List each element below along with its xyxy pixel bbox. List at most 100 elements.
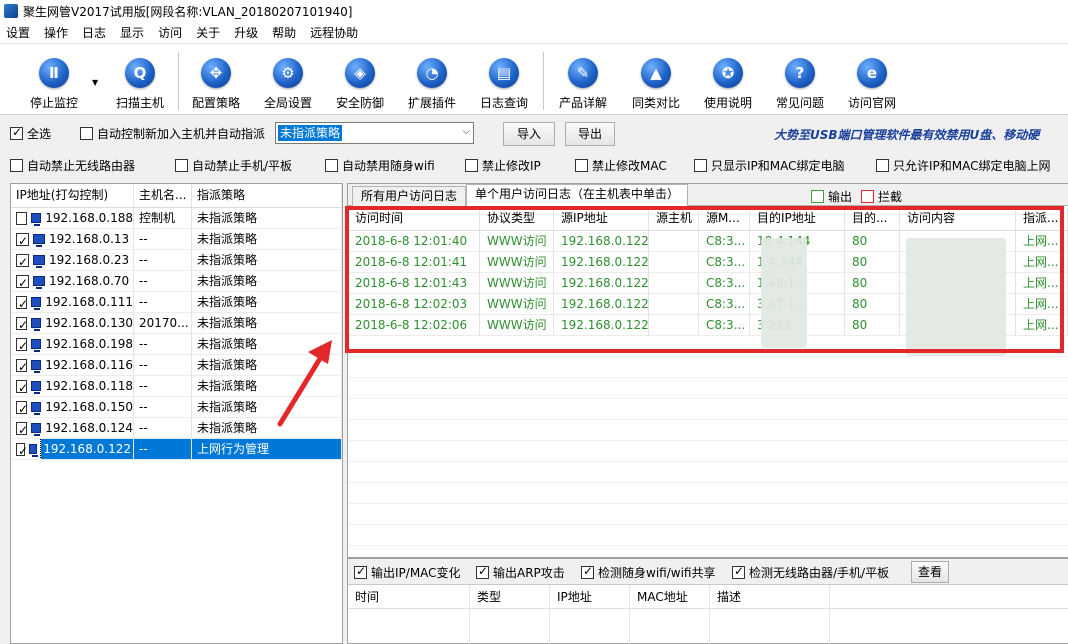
faq-button[interactable]: ? 常见问题: [768, 58, 832, 112]
checkbox-box[interactable]: [10, 125, 23, 140]
show-bound-only-checkbox[interactable]: 只显示IP和MAC绑定电脑: [694, 157, 845, 174]
export-button[interactable]: 导出: [565, 122, 615, 146]
host-control-checkbox[interactable]: [16, 211, 28, 225]
column-header-time[interactable]: 时间: [348, 585, 470, 608]
host-ip-cell[interactable]: 192.168.0.198: [11, 334, 134, 354]
auto-block-portable-wifi-checkbox[interactable]: 自动禁用随身wifi: [325, 157, 435, 174]
detect-portable-wifi-checkbox[interactable]: 检测随身wifi/wifi共享: [581, 564, 715, 581]
host-ip-cell[interactable]: 192.168.0.122: [11, 439, 134, 459]
checkbox-box[interactable]: [325, 159, 338, 172]
checkbox-box[interactable]: [354, 564, 367, 579]
host-control-checkbox[interactable]: [16, 441, 28, 459]
output-ip-mac-change-checkbox[interactable]: 输出IP/MAC变化: [354, 564, 461, 581]
menu-log[interactable]: 日志: [82, 24, 106, 41]
menu-help[interactable]: 帮助: [272, 24, 296, 41]
official-site-button[interactable]: e 访问官网: [840, 58, 904, 112]
detect-wireless-router-checkbox[interactable]: 检测无线路由器/手机/平板: [732, 564, 889, 581]
column-header-hostname[interactable]: 主机名...: [134, 184, 192, 207]
menu-settings[interactable]: 设置: [6, 24, 30, 41]
host-row[interactable]: 192.168.0.13 --未指派策略: [11, 229, 342, 250]
view-button[interactable]: 查看: [911, 561, 949, 583]
computer-icon: [31, 339, 42, 352]
host-control-checkbox[interactable]: [16, 357, 28, 375]
policy-select[interactable]: 未指派策略 ⌵: [275, 122, 474, 144]
column-header-policy[interactable]: 指派策略: [192, 184, 342, 207]
pause-icon: Ⅱ: [39, 58, 69, 88]
move-arrows-icon: ✥: [201, 58, 231, 88]
global-settings-button[interactable]: ⚙ 全局设置: [256, 58, 320, 112]
config-policy-button[interactable]: ✥ 配置策略: [184, 58, 248, 112]
host-row[interactable]: 192.168.0.122--上网行为管理: [11, 439, 342, 460]
host-control-checkbox[interactable]: [16, 336, 28, 354]
log-query-button[interactable]: ▤ 日志查询: [472, 58, 536, 112]
stop-monitor-button[interactable]: Ⅱ 停止监控: [22, 58, 86, 112]
host-ip-cell[interactable]: 192.168.0.130: [11, 313, 134, 333]
product-detail-button[interactable]: ✎ 产品详解: [551, 58, 615, 112]
menu-about[interactable]: 关于: [196, 24, 220, 41]
allow-bound-only-checkbox[interactable]: 只允许IP和MAC绑定电脑上网: [876, 157, 1051, 174]
checkbox-box[interactable]: [10, 159, 23, 172]
host-control-checkbox[interactable]: [16, 420, 28, 438]
host-ip-cell[interactable]: 192.168.0.124: [11, 418, 134, 438]
menu-access[interactable]: 访问: [158, 24, 182, 41]
checkbox-box[interactable]: [581, 564, 594, 579]
checkbox-box[interactable]: [465, 159, 478, 172]
host-row[interactable]: 192.168.0.70 --未指派策略: [11, 271, 342, 292]
host-ip-cell[interactable]: 192.168.0.111: [11, 292, 134, 312]
select-all-checkbox[interactable]: 全选: [10, 125, 51, 142]
host-control-checkbox[interactable]: [16, 315, 28, 333]
menu-operation[interactable]: 操作: [44, 24, 68, 41]
host-ip-cell[interactable]: 192.168.0.118: [11, 376, 134, 396]
host-ip-cell[interactable]: 192.168.0.70: [11, 271, 134, 291]
host-ip-cell[interactable]: 192.168.0.13: [11, 229, 134, 249]
checkbox-box[interactable]: [175, 159, 188, 172]
auto-control-checkbox[interactable]: 自动控制新加入主机并自动指派: [80, 125, 265, 142]
host-row[interactable]: 192.168.0.13020170...未指派策略: [11, 313, 342, 334]
host-ip-cell[interactable]: 192.168.0.188: [11, 208, 134, 228]
import-button[interactable]: 导入: [503, 122, 555, 146]
checkbox-box[interactable]: [476, 564, 489, 579]
host-control-checkbox[interactable]: [16, 399, 28, 417]
column-header-ip[interactable]: IP地址(打勾控制): [11, 184, 134, 207]
menu-upgrade[interactable]: 升级: [234, 24, 258, 41]
host-ip-cell[interactable]: 192.168.0.23: [11, 250, 134, 270]
security-defense-button[interactable]: ◈ 安全防御: [328, 58, 392, 112]
forbid-change-mac-checkbox[interactable]: 禁止修改MAC: [575, 157, 667, 174]
empty-row: [348, 525, 1068, 546]
checkbox-box[interactable]: [80, 127, 93, 140]
chevron-down-icon[interactable]: ⌵: [462, 126, 470, 137]
host-control-checkbox[interactable]: [16, 252, 29, 270]
tab-all-users-log[interactable]: 所有用户访问日志: [352, 186, 467, 206]
compare-button[interactable]: ▲ 同类对比: [624, 58, 688, 112]
host-ip-cell[interactable]: 192.168.0.116: [11, 355, 134, 375]
output-arp-attack-checkbox[interactable]: 输出ARP攻击: [476, 564, 565, 581]
chevron-down-icon[interactable]: ▼: [92, 78, 98, 87]
forbid-change-ip-checkbox[interactable]: 禁止修改IP: [465, 157, 541, 174]
tab-single-user-log[interactable]: 单个用户访问日志（在主机表中单击）: [466, 184, 689, 207]
promo-slogan[interactable]: 大势至USB端口管理软件最有效禁用U盘、移动硬: [774, 126, 1039, 143]
auto-block-wireless-router-checkbox[interactable]: 自动禁止无线路由器: [10, 157, 135, 174]
menu-remote-assist[interactable]: 远程协助: [310, 24, 358, 41]
column-header-mac[interactable]: MAC地址: [630, 585, 710, 608]
checkbox-box[interactable]: [694, 159, 707, 172]
menu-display[interactable]: 显示: [120, 24, 144, 41]
checkbox-box[interactable]: [732, 564, 745, 579]
usage-guide-button[interactable]: ✪ 使用说明: [696, 58, 760, 112]
column-header-description[interactable]: 描述: [710, 585, 830, 608]
host-ip-cell[interactable]: 192.168.0.150: [11, 397, 134, 417]
host-row[interactable]: 192.168.0.111--未指派策略: [11, 292, 342, 313]
host-control-checkbox[interactable]: [16, 294, 28, 312]
host-control-checkbox[interactable]: [16, 378, 28, 396]
empty-row: [348, 441, 1068, 462]
extension-plugin-button[interactable]: ◔ 扩展插件: [400, 58, 464, 112]
auto-block-phone-tablet-checkbox[interactable]: 自动禁止手机/平板: [175, 157, 292, 174]
scan-host-button[interactable]: Q 扫描主机: [108, 58, 172, 112]
host-control-checkbox[interactable]: [16, 273, 29, 291]
column-header-ip[interactable]: IP地址: [550, 585, 630, 608]
checkbox-box[interactable]: [575, 159, 588, 172]
host-row[interactable]: 192.168.0.188 控制机 未指派策略: [11, 208, 342, 229]
host-row[interactable]: 192.168.0.23 --未指派策略: [11, 250, 342, 271]
checkbox-box[interactable]: [876, 159, 889, 172]
column-header-type[interactable]: 类型: [470, 585, 550, 608]
host-control-checkbox[interactable]: [16, 231, 29, 249]
